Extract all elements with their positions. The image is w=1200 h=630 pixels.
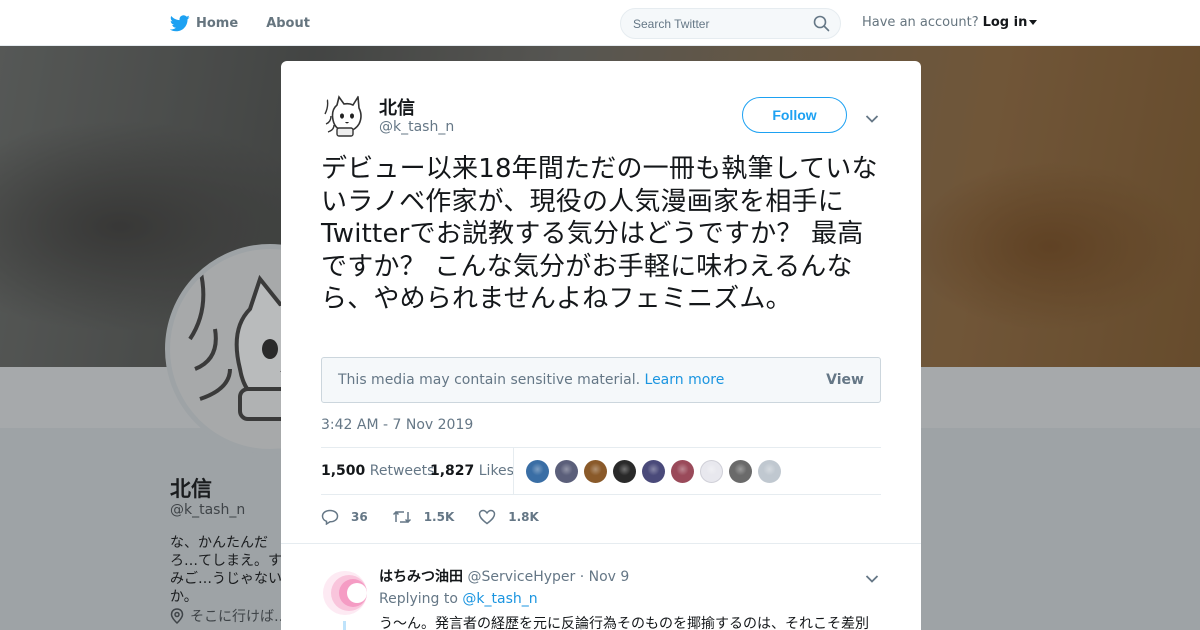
- retweets-count: 1,500: [321, 463, 366, 479]
- tweet-text: デビュー以来18年間ただの一冊も執筆していないラノベ作家が、現役の人気漫画家を相…: [321, 154, 878, 314]
- retweet-icon: [392, 510, 411, 524]
- sensitive-notice-message: This media may contain sensitive materia…: [338, 372, 641, 388]
- replying-to: Replying to @k_tash_n: [379, 591, 538, 607]
- search-input[interactable]: [633, 15, 808, 33]
- account-area: Have an account? Log in: [862, 15, 1038, 30]
- profile-handle: @k_tash_n: [170, 502, 246, 518]
- cat-avatar-icon: [324, 94, 362, 137]
- reply-action[interactable]: 36: [321, 509, 368, 525]
- reply-text: う～ん。発言者の経歴を元に反論行為そのものを揶揄するのは、それこそ差別: [379, 616, 869, 630]
- location-pin-icon: [170, 608, 184, 624]
- liker-avatar[interactable]: [700, 460, 723, 483]
- account-prompt: Have an account?: [862, 15, 979, 30]
- reply-author-name[interactable]: はちみつ油田: [379, 569, 463, 585]
- tweet-author-name[interactable]: 北信: [379, 94, 415, 120]
- liker-avatars: [526, 460, 787, 483]
- liker-avatar[interactable]: [613, 460, 636, 483]
- learn-more-link[interactable]: Learn more: [645, 372, 725, 388]
- profile-bio: な、かんたんだろ…てしまえ。すみご…うじゃないか。: [170, 535, 282, 605]
- like-action[interactable]: 1.8K: [478, 509, 539, 525]
- reply-icon: [321, 509, 339, 525]
- reply-author-avatar[interactable]: [321, 569, 369, 617]
- replying-to-handle-link[interactable]: @k_tash_n: [462, 591, 537, 607]
- profile-name: 北信: [170, 477, 212, 501]
- tweet-actions: 36 1.5K 1.8K: [321, 507, 563, 527]
- liker-avatar[interactable]: [555, 460, 578, 483]
- view-media-button[interactable]: View: [826, 372, 864, 388]
- pink-circles-avatar-icon: [323, 571, 367, 615]
- likes-label: Likes: [478, 463, 514, 479]
- follow-button[interactable]: Follow: [742, 97, 847, 133]
- liker-avatar[interactable]: [758, 460, 781, 483]
- nav-left: Home About: [170, 0, 338, 46]
- search-icon[interactable]: [813, 15, 830, 32]
- like-count: 1.8K: [508, 510, 539, 524]
- reply-count: 36: [351, 510, 368, 524]
- reply-menu-button[interactable]: [865, 569, 879, 588]
- liker-avatar[interactable]: [642, 460, 665, 483]
- search-box: [620, 8, 841, 39]
- liker-avatar[interactable]: [584, 460, 607, 483]
- reply-separator: ·: [579, 569, 585, 585]
- likes-stat[interactable]: 1,827 Likes: [430, 463, 514, 479]
- liker-avatar[interactable]: [671, 460, 694, 483]
- nav-home-link[interactable]: Home: [170, 14, 239, 32]
- top-navigation-bar: Home About Have an account? Log in: [0, 0, 1200, 46]
- profile-location: そこに行けば…: [170, 606, 288, 626]
- reply-date[interactable]: Nov 9: [589, 569, 630, 585]
- tweet-timestamp[interactable]: 3:42 AM - 7 Nov 2019: [321, 417, 473, 433]
- reply-header: はちみつ油田 @ServiceHyper · Nov 9: [379, 566, 629, 586]
- tweet-author-handle[interactable]: @k_tash_n: [379, 119, 454, 135]
- stats-divider: [513, 448, 514, 494]
- nav-about-link[interactable]: About: [266, 16, 310, 31]
- tweet-author-avatar[interactable]: [321, 92, 369, 140]
- liker-avatar[interactable]: [526, 460, 549, 483]
- retweets-stat[interactable]: 1,500 Retweets: [321, 463, 434, 479]
- nav-about-label: About: [266, 15, 310, 31]
- heart-icon: [479, 509, 496, 525]
- reply-thread-line: [343, 621, 346, 630]
- chevron-down-icon: [865, 115, 879, 123]
- tweet-modal: 北信 @k_tash_n Follow デビュー以来18年間ただの一冊も執筆して…: [281, 61, 921, 630]
- liker-avatar[interactable]: [729, 460, 752, 483]
- profile-location-text: そこに行けば…: [190, 609, 288, 625]
- reply-divider: [281, 543, 921, 544]
- close-modal-button[interactable]: [1155, 13, 1177, 35]
- reply-author-handle[interactable]: @ServiceHyper: [467, 569, 575, 585]
- tweet-menu-button[interactable]: [865, 109, 879, 128]
- caret-down-icon: [1029, 20, 1038, 25]
- close-icon: [1156, 14, 1176, 34]
- retweet-count: 1.5K: [423, 510, 455, 524]
- twitter-bird-icon: [170, 14, 190, 31]
- retweet-action[interactable]: 1.5K: [392, 509, 455, 525]
- login-label: Log in: [982, 15, 1028, 30]
- likes-count: 1,827: [430, 463, 475, 479]
- retweets-label: Retweets: [369, 463, 435, 479]
- sensitive-media-notice: This media may contain sensitive materia…: [321, 357, 881, 403]
- login-button[interactable]: Log in: [983, 15, 1038, 30]
- chevron-down-icon: [865, 575, 879, 583]
- tweet-stats: 1,500 Retweets 1,827 Likes: [321, 447, 881, 495]
- nav-home-label: Home: [196, 15, 239, 31]
- replying-to-label: Replying to: [379, 591, 458, 607]
- sensitive-notice-text: This media may contain sensitive materia…: [338, 372, 724, 388]
